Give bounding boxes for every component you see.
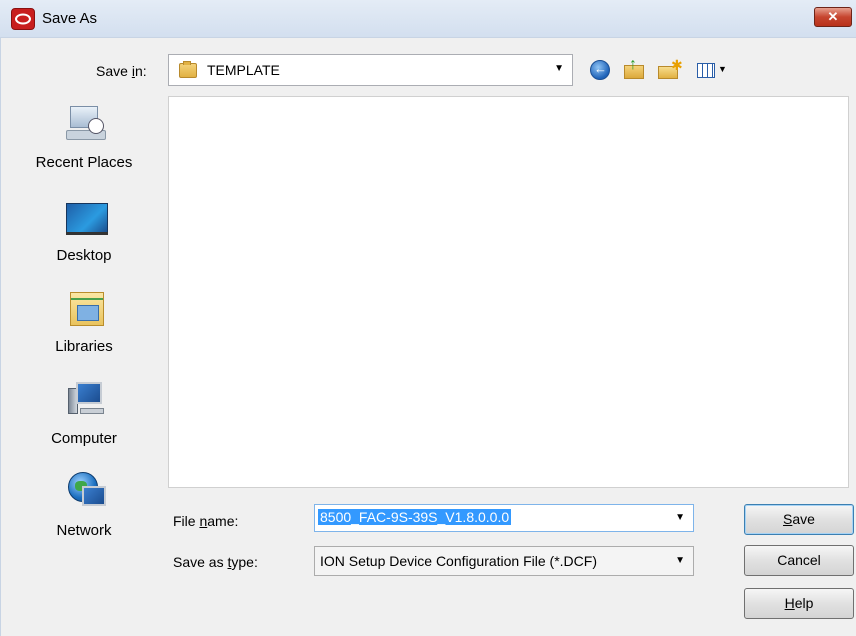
chevron-down-icon: ▼ bbox=[554, 63, 564, 74]
help-button[interactable]: Help bbox=[744, 588, 854, 619]
cancel-button[interactable]: Cancel bbox=[744, 545, 854, 576]
save-as-type-label: Save as type: bbox=[173, 554, 258, 570]
file-list[interactable] bbox=[168, 96, 849, 488]
back-arrow-icon bbox=[590, 60, 610, 80]
place-label: Computer bbox=[51, 430, 117, 447]
title-bar: Save As ✕ bbox=[0, 0, 856, 38]
save-as-type-value: ION Setup Device Configuration File (*.D… bbox=[320, 553, 597, 569]
desktop-icon bbox=[66, 197, 108, 237]
save-as-type-dropdown[interactable]: ION Setup Device Configuration File (*.D… bbox=[314, 546, 694, 576]
place-libraries[interactable]: Libraries bbox=[9, 280, 159, 366]
network-icon bbox=[66, 472, 108, 512]
computer-icon bbox=[66, 380, 108, 420]
save-in-dropdown[interactable]: TEMPLATE ▼ bbox=[168, 54, 573, 86]
save-as-dialog: Save in: TEMPLATE ▼ ↑ ✱ ▼ Recent Places … bbox=[0, 38, 856, 636]
save-in-value: TEMPLATE bbox=[207, 62, 280, 78]
place-label: Desktop bbox=[56, 247, 112, 264]
place-computer[interactable]: Computer bbox=[9, 372, 159, 458]
view-menu-button[interactable]: ▼ bbox=[695, 57, 731, 83]
place-desktop[interactable]: Desktop bbox=[9, 189, 159, 275]
save-button[interactable]: Save bbox=[744, 504, 854, 535]
file-name-value: 8500_FAC-9S-39S_V1.8.0.0.0 bbox=[318, 509, 512, 525]
window-title: Save As bbox=[42, 10, 98, 27]
place-label: Recent Places bbox=[35, 154, 133, 171]
file-name-label: File name: bbox=[173, 513, 239, 529]
place-recent-places[interactable]: Recent Places bbox=[9, 96, 159, 182]
close-button[interactable]: ✕ bbox=[814, 7, 852, 27]
file-name-input[interactable]: 8500_FAC-9S-39S_V1.8.0.0.0 ▼ bbox=[314, 504, 694, 532]
places-bar: Recent Places Desktop Libraries Computer… bbox=[9, 96, 159, 627]
save-in-label: Save in: bbox=[96, 63, 147, 79]
back-button[interactable] bbox=[587, 57, 613, 83]
place-label: Network bbox=[56, 522, 112, 539]
app-logo-icon bbox=[11, 8, 35, 30]
place-network[interactable]: Network bbox=[9, 464, 159, 550]
chevron-down-icon: ▼ bbox=[718, 64, 727, 74]
recent-places-icon bbox=[66, 104, 108, 144]
up-one-level-button[interactable]: ↑ bbox=[621, 56, 647, 83]
folder-icon bbox=[179, 61, 197, 78]
libraries-icon bbox=[66, 288, 108, 328]
chevron-down-icon[interactable]: ▼ bbox=[675, 512, 685, 523]
new-folder-button[interactable]: ✱ bbox=[656, 57, 683, 83]
place-label: Libraries bbox=[55, 338, 113, 355]
close-icon: ✕ bbox=[827, 9, 839, 24]
view-grid-icon bbox=[697, 63, 715, 78]
chevron-down-icon: ▼ bbox=[675, 555, 685, 566]
